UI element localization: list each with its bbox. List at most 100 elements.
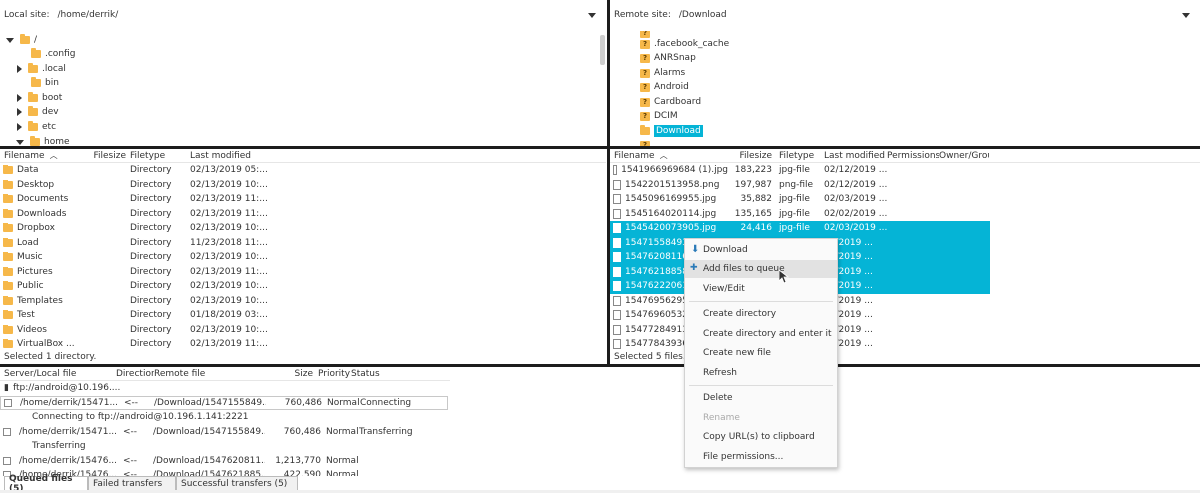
col-filename[interactable]: Filename ︿ bbox=[610, 150, 728, 161]
table-row[interactable]: 1541966969684 (1).jpg 183,223 jpg-file 02/1… bbox=[610, 163, 1200, 178]
folder-icon bbox=[3, 179, 13, 189]
tree-item[interactable]: home bbox=[16, 135, 70, 146]
tree-item[interactable]: ? Cardboard bbox=[640, 95, 701, 109]
folder-icon bbox=[3, 223, 13, 233]
col-server[interactable]: Server/Local file bbox=[0, 369, 116, 379]
col-filetype[interactable]: Filetype bbox=[126, 151, 190, 161]
menu-item-create-directory-enter[interactable]: Create directory and enter it bbox=[685, 325, 837, 343]
queue-row-checkbox[interactable] bbox=[3, 457, 11, 465]
queue-header: Server/Local file Directior Remote file … bbox=[0, 367, 450, 381]
tree-item[interactable]: ? Android bbox=[640, 80, 689, 94]
table-row[interactable]: 1545164020114.jpg 135,165 jpg-file 02/02/20… bbox=[610, 207, 1200, 222]
queue-server-row[interactable]: ▮ ftp://android@10.196.... bbox=[0, 381, 120, 395]
tab-queued-files[interactable]: Queued files (5) bbox=[4, 474, 88, 493]
table-row[interactable]: Data Directory 02/13/2019 05:... bbox=[0, 163, 606, 178]
expand-right-icon[interactable] bbox=[17, 108, 22, 116]
table-row[interactable]: Dropbox Directory 02/13/2019 10:... bbox=[0, 221, 606, 236]
local-site-label: Local site: bbox=[4, 10, 50, 20]
table-row-selected[interactable]: 1545420073905.jpg 24,416 jpg-file 02/03/201… bbox=[610, 221, 990, 236]
tree-item[interactable]: ? ANRSnap bbox=[640, 51, 696, 65]
scrollbar[interactable] bbox=[600, 35, 605, 65]
col-priority[interactable]: Priority bbox=[313, 369, 351, 379]
chevron-down-icon[interactable] bbox=[1182, 12, 1190, 18]
tab-failed-transfers[interactable]: Failed transfers bbox=[88, 476, 176, 490]
table-row[interactable]: 1545096169955.jpg 35,882 jpg-file 02/03/201… bbox=[610, 192, 1200, 207]
col-modified[interactable]: Last modified bbox=[190, 151, 270, 161]
expand-right-icon[interactable] bbox=[17, 123, 22, 131]
file-icon bbox=[613, 223, 621, 234]
menu-item-copy-url[interactable]: Copy URL(s) to clipboard bbox=[685, 428, 837, 446]
table-row[interactable]: Test Directory 01/18/2019 03:... bbox=[0, 308, 606, 323]
folder-icon bbox=[20, 34, 30, 44]
table-row[interactable]: Music Directory 02/13/2019 10:... bbox=[0, 250, 606, 265]
file-icon bbox=[613, 295, 621, 306]
queue-row[interactable]: /home/derrik/15476... <--/Download/154762… bbox=[0, 454, 429, 468]
folder-icon bbox=[31, 48, 41, 58]
menu-item-refresh[interactable]: Refresh bbox=[685, 364, 837, 382]
tree-item[interactable]: ? DCIM bbox=[640, 109, 678, 123]
tab-successful-transfers[interactable]: Successful transfers (5) bbox=[176, 476, 298, 490]
tree-item[interactable]: boot bbox=[17, 91, 62, 105]
remote-site-label: Remote site: bbox=[614, 10, 671, 20]
remote-site-combo[interactable]: /Download bbox=[679, 4, 1200, 26]
tree-item[interactable]: ? .facebook_cache bbox=[640, 37, 729, 51]
menu-item-add-to-queue[interactable]: ✚ Add files to queue bbox=[685, 260, 837, 278]
expand-right-icon[interactable] bbox=[17, 94, 22, 102]
col-filesize[interactable]: Filesize bbox=[728, 151, 772, 161]
queue-row[interactable]: /home/derrik/15471... <--/Download/154715… bbox=[0, 396, 448, 410]
file-icon bbox=[613, 179, 621, 190]
table-row[interactable]: Documents Directory 02/13/2019 11:... bbox=[0, 192, 606, 207]
menu-item-delete[interactable]: Delete bbox=[685, 389, 837, 407]
col-owner[interactable]: Owner/Grou bbox=[939, 151, 989, 161]
file-icon bbox=[613, 165, 618, 176]
tree-item[interactable]: dev bbox=[17, 105, 59, 119]
folder-icon bbox=[28, 92, 38, 102]
col-direction[interactable]: Directior bbox=[116, 369, 154, 379]
unknown-folder-icon: ? bbox=[640, 111, 650, 121]
col-filesize[interactable]: Filesize bbox=[90, 151, 126, 161]
col-filename[interactable]: Filename ︿ bbox=[0, 150, 90, 161]
col-size[interactable]: Size bbox=[266, 369, 313, 379]
menu-item-view-edit[interactable]: View/Edit bbox=[685, 280, 837, 298]
tree-item[interactable]: .local bbox=[17, 62, 66, 76]
tree-item[interactable]: .config bbox=[20, 47, 75, 61]
expand-down-icon[interactable] bbox=[16, 139, 24, 145]
local-site-combo[interactable]: /home/derrik/ bbox=[57, 4, 606, 26]
tree-item-clipped[interactable]: ? bbox=[640, 138, 654, 146]
folder-icon bbox=[3, 252, 13, 262]
table-row[interactable]: Load Directory 11/23/2018 11:... bbox=[0, 236, 606, 251]
col-filetype[interactable]: Filetype bbox=[772, 151, 824, 161]
table-row[interactable]: Pictures Directory 02/13/2019 11:... bbox=[0, 265, 606, 280]
table-row[interactable]: Videos Directory 02/13/2019 10:... bbox=[0, 323, 606, 338]
chevron-down-icon[interactable] bbox=[588, 12, 596, 18]
table-row[interactable]: Templates Directory 02/13/2019 10:... bbox=[0, 294, 606, 309]
col-status[interactable]: Status bbox=[351, 369, 411, 379]
table-row[interactable]: Desktop Directory 02/13/2019 10:... bbox=[0, 178, 606, 193]
table-row[interactable]: VirtualBox ... Directory 02/13/2019 11:... bbox=[0, 337, 606, 352]
table-row[interactable]: 1542201513958.png 197,987 png-file 02/12/20… bbox=[610, 178, 1200, 193]
col-remote-file[interactable]: Remote file bbox=[154, 369, 266, 379]
menu-item-download[interactable]: ⬇ Download bbox=[685, 241, 837, 259]
pane-splitter-horizontal[interactable] bbox=[0, 146, 1200, 149]
tree-item[interactable]: bin bbox=[20, 76, 59, 90]
menu-item-file-permissions[interactable]: File permissions... bbox=[685, 448, 837, 466]
pane-splitter-vertical[interactable] bbox=[607, 0, 610, 366]
queue-row-checkbox[interactable] bbox=[4, 399, 12, 407]
expand-down-icon[interactable] bbox=[6, 37, 14, 43]
tree-item-selected[interactable]: Download bbox=[640, 124, 703, 138]
table-row[interactable]: Public Directory 02/13/2019 10:... bbox=[0, 279, 606, 294]
queue-row-checkbox[interactable] bbox=[3, 428, 11, 436]
menu-separator bbox=[689, 301, 833, 302]
unknown-folder-icon: ? bbox=[640, 82, 650, 92]
menu-item-create-new-file[interactable]: Create new file bbox=[685, 344, 837, 362]
tree-item[interactable]: ? Alarms bbox=[640, 66, 685, 80]
expand-right-icon[interactable] bbox=[17, 65, 22, 73]
col-modified[interactable]: Last modified bbox=[824, 151, 887, 161]
table-row[interactable]: Downloads Directory 02/13/2019 11:... bbox=[0, 207, 606, 222]
queue-row[interactable]: /home/derrik/15471... <--/Download/154715… bbox=[0, 425, 429, 439]
tree-item[interactable]: / bbox=[6, 33, 37, 47]
col-permissions[interactable]: Permissions bbox=[887, 151, 939, 161]
file-icon bbox=[613, 310, 621, 321]
menu-item-create-directory[interactable]: Create directory bbox=[685, 305, 837, 323]
tree-item[interactable]: etc bbox=[17, 120, 56, 134]
